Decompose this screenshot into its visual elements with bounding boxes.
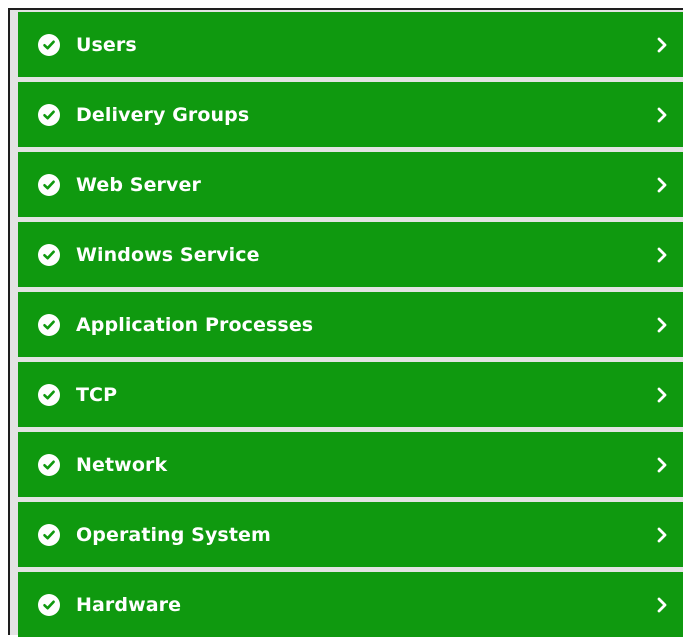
health-panel: Users Delivery Groups Web Server Windows… xyxy=(8,8,683,637)
category-row-users[interactable]: Users xyxy=(18,12,683,77)
check-circle-icon xyxy=(38,383,60,406)
chevron-right-icon[interactable] xyxy=(655,36,669,54)
category-row-windows-service[interactable]: Windows Service xyxy=(18,222,683,287)
category-row-tcp[interactable]: TCP xyxy=(18,362,683,427)
chevron-right-icon[interactable] xyxy=(655,106,669,124)
check-circle-icon xyxy=(38,313,60,336)
chevron-right-icon[interactable] xyxy=(655,596,669,614)
category-row-network[interactable]: Network xyxy=(18,432,683,497)
category-label: TCP xyxy=(76,383,118,406)
check-circle-icon xyxy=(38,243,60,266)
category-row-operating-system[interactable]: Operating System xyxy=(18,502,683,567)
check-circle-icon xyxy=(38,453,60,476)
category-label: Application Processes xyxy=(76,313,314,336)
check-circle-icon xyxy=(38,33,60,56)
category-row-delivery-groups[interactable]: Delivery Groups xyxy=(18,82,683,147)
chevron-right-icon[interactable] xyxy=(655,316,669,334)
chevron-right-icon[interactable] xyxy=(655,176,669,194)
chevron-right-icon[interactable] xyxy=(655,456,669,474)
category-label: Web Server xyxy=(76,173,201,196)
category-label: Users xyxy=(76,33,137,56)
category-list: Users Delivery Groups Web Server Windows… xyxy=(18,12,683,637)
chevron-right-icon[interactable] xyxy=(655,386,669,404)
check-circle-icon xyxy=(38,103,60,126)
category-row-hardware[interactable]: Hardware xyxy=(18,572,683,637)
chevron-right-icon[interactable] xyxy=(655,246,669,264)
check-circle-icon xyxy=(38,523,60,546)
category-label: Delivery Groups xyxy=(76,103,250,126)
category-row-application-processes[interactable]: Application Processes xyxy=(18,292,683,357)
category-row-web-server[interactable]: Web Server xyxy=(18,152,683,217)
category-label: Hardware xyxy=(76,593,182,616)
category-label: Operating System xyxy=(76,523,271,546)
check-circle-icon xyxy=(38,593,60,616)
category-label: Windows Service xyxy=(76,243,260,266)
chevron-right-icon[interactable] xyxy=(655,526,669,544)
category-label: Network xyxy=(76,453,168,476)
check-circle-icon xyxy=(38,173,60,196)
